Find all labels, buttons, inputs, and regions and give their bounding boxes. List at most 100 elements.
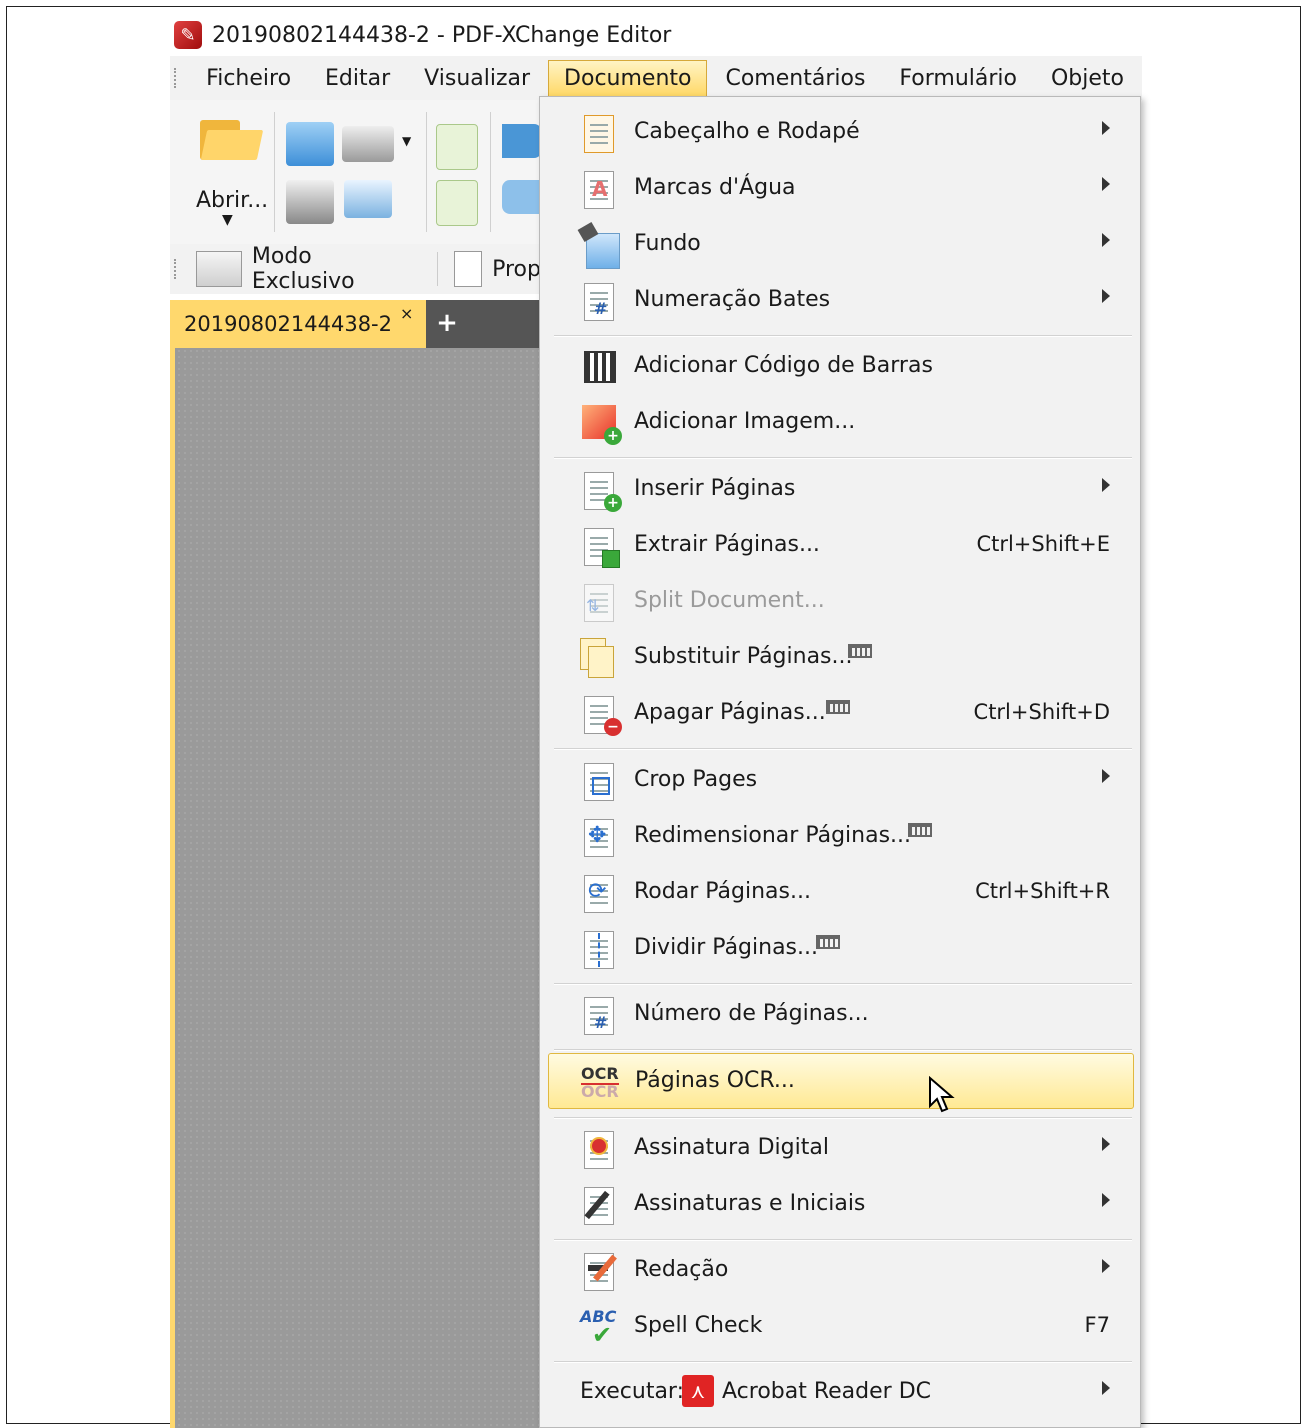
menu-item-add-barcode[interactable]: Adicionar Código de Barras [548, 339, 1134, 395]
shortcut-label: Ctrl+Shift+E [976, 532, 1110, 556]
menu-item-label: Redação [634, 1257, 729, 1282]
open-dropdown-chevron-icon[interactable]: ▼ [222, 212, 233, 228]
undo-icon[interactable] [502, 124, 542, 158]
split-document-icon: ⇅ [580, 582, 620, 624]
menu-formulario[interactable]: Formulário [883, 60, 1033, 97]
redaction-icon [580, 1251, 620, 1293]
menu-item-add-image[interactable]: + Adicionar Imagem... [548, 395, 1134, 451]
digital-signature-ribbon-icon [580, 1129, 620, 1171]
split-pages-icon [580, 929, 620, 971]
window-title: 20190802144438-2 - PDF-XChange Editor [212, 22, 672, 48]
menu-item-ocr-pages[interactable]: OCR OCR Páginas OCR... [548, 1053, 1134, 1109]
menu-item-bates-numbering[interactable]: # Numeração Bates [548, 273, 1134, 329]
execute-prefix-label: Executar: [580, 1379, 684, 1404]
redo-icon[interactable] [502, 180, 542, 214]
qr-barcode-icon [580, 347, 620, 389]
add-image-icon: + [580, 403, 622, 445]
menu-item-digital-signature[interactable]: Assinatura Digital [548, 1121, 1134, 1177]
document-tab-label: 20190802144438-2 [184, 312, 392, 336]
menu-item-split-document: ⇅ Split Document... [548, 574, 1134, 630]
spell-check-icon: ABC ✔ [580, 1307, 617, 1349]
submenu-arrow-icon [1102, 478, 1110, 492]
document-tab[interactable]: 20190802144438-2 × [170, 300, 426, 348]
mouse-cursor-icon [929, 1076, 955, 1113]
toolbar-grip-handle[interactable] [174, 259, 186, 279]
acrobat-reader-label: Acrobat Reader DC [722, 1379, 931, 1404]
pdf-xchange-window: ✎ 20190802144438-2 - PDF-XChange Editor … [170, 14, 1142, 1428]
import-icon[interactable] [436, 124, 478, 170]
menu-item-label: Crop Pages [634, 767, 758, 792]
menubar-grip-handle[interactable] [174, 68, 180, 88]
title-bar: ✎ 20190802144438-2 - PDF-XChange Editor [170, 14, 1142, 56]
menu-item-label: Substituir Páginas... [634, 644, 853, 669]
menu-item-label: Rodar Páginas... [634, 879, 811, 904]
menu-item-execute-acrobat[interactable]: Executar: ⋏ Acrobat Reader DC [548, 1365, 1134, 1421]
acrobat-reader-icon: ⋏ [682, 1375, 714, 1407]
menu-item-watermarks[interactable]: A Marcas d'Água [548, 161, 1134, 217]
tab-close-icon[interactable]: × [400, 304, 413, 323]
shopping-cart-icon [826, 700, 856, 724]
menu-ficheiro[interactable]: Ficheiro [190, 60, 307, 97]
exclusive-mode-button[interactable]: Modo Exclusivo [252, 244, 421, 294]
menu-item-label: Apagar Páginas... [634, 700, 826, 725]
scan-icon[interactable] [342, 126, 394, 162]
submenu-arrow-icon [1102, 177, 1110, 191]
email-icon[interactable] [344, 180, 392, 218]
shopping-cart-icon [908, 823, 938, 847]
delete-pages-icon: − [580, 694, 622, 736]
menu-item-header-footer[interactable]: Cabeçalho e Rodapé [548, 105, 1134, 161]
new-tab-plus-icon[interactable]: + [432, 308, 462, 338]
menu-item-insert-pages[interactable]: + Inserir Páginas [548, 462, 1134, 518]
ribbon-toolbar: Abrir... ▼ ▼ [170, 100, 550, 245]
menu-item-label: Páginas OCR... [635, 1068, 795, 1093]
menu-item-label: Cabeçalho e Rodapé [634, 119, 860, 144]
menu-item-background[interactable]: Fundo [548, 217, 1134, 273]
ocr-icon: OCR OCR [581, 1064, 619, 1101]
menu-item-redaction[interactable]: Redação [548, 1243, 1134, 1299]
document-properties-icon [454, 251, 483, 287]
menu-item-label: Split Document... [634, 588, 825, 613]
menu-item-signatures-initials[interactable]: Assinaturas e Iniciais [548, 1177, 1134, 1233]
menu-visualizar[interactable]: Visualizar [408, 60, 546, 97]
menu-item-label: Numeração Bates [634, 287, 831, 312]
menu-objeto[interactable]: Objeto [1035, 60, 1140, 97]
extract-pages-icon [580, 526, 620, 568]
scan-dropdown-chevron-icon[interactable]: ▼ [402, 134, 411, 148]
document-workspace[interactable] [170, 348, 550, 1428]
menu-item-label: Spell Check [634, 1313, 763, 1338]
menu-item-label: Assinatura Digital [634, 1135, 829, 1160]
submenu-arrow-icon [1102, 1381, 1110, 1395]
menu-item-label: Extrair Páginas... [634, 532, 820, 557]
shortcut-label: Ctrl+Shift+R [975, 879, 1110, 903]
menu-comentarios[interactable]: Comentários [709, 60, 881, 97]
menu-item-split-pages[interactable]: Dividir Páginas... [548, 921, 1134, 977]
menu-bar: Ficheiro Editar Visualizar Documento Com… [170, 56, 1142, 100]
replace-pages-icon [580, 638, 620, 680]
export-icon[interactable] [436, 180, 478, 226]
menu-item-spell-check[interactable]: ABC ✔ Spell Check F7 [548, 1299, 1134, 1355]
print-icon[interactable] [286, 180, 334, 224]
menu-item-label: Inserir Páginas [634, 476, 796, 501]
insert-pages-icon: + [580, 470, 622, 512]
menu-item-replace-pages[interactable]: Substituir Páginas... [548, 630, 1134, 686]
submenu-arrow-icon [1102, 1193, 1110, 1207]
open-button-label[interactable]: Abrir... [196, 188, 268, 213]
open-folder-icon[interactable] [200, 114, 264, 162]
watermark-icon: A [580, 169, 620, 211]
menu-item-rotate-pages[interactable]: ⟳ Rodar Páginas... Ctrl+Shift+R [548, 865, 1134, 921]
submenu-arrow-icon [1102, 1137, 1110, 1151]
menu-item-label: Marcas d'Água [634, 175, 796, 200]
save-icon[interactable] [286, 122, 334, 166]
menu-item-crop-pages[interactable]: Crop Pages [548, 753, 1134, 809]
shortcut-label: F7 [1084, 1313, 1110, 1337]
menu-item-label: Redimensionar Páginas... [634, 823, 912, 848]
menu-item-resize-pages[interactable]: ✥ Redimensionar Páginas... [548, 809, 1134, 865]
bates-numbering-icon: # [580, 281, 620, 323]
menu-item-page-count[interactable]: # Número de Páginas... [548, 987, 1134, 1043]
crop-pages-icon [580, 761, 620, 803]
menu-editar[interactable]: Editar [309, 60, 406, 97]
menu-item-delete-pages[interactable]: − Apagar Páginas... Ctrl+Shift+D [548, 686, 1134, 742]
menu-item-extract-pages[interactable]: Extrair Páginas... Ctrl+Shift+E [548, 518, 1134, 574]
menu-documento[interactable]: Documento [548, 59, 708, 97]
page-number-icon: # [580, 995, 620, 1037]
